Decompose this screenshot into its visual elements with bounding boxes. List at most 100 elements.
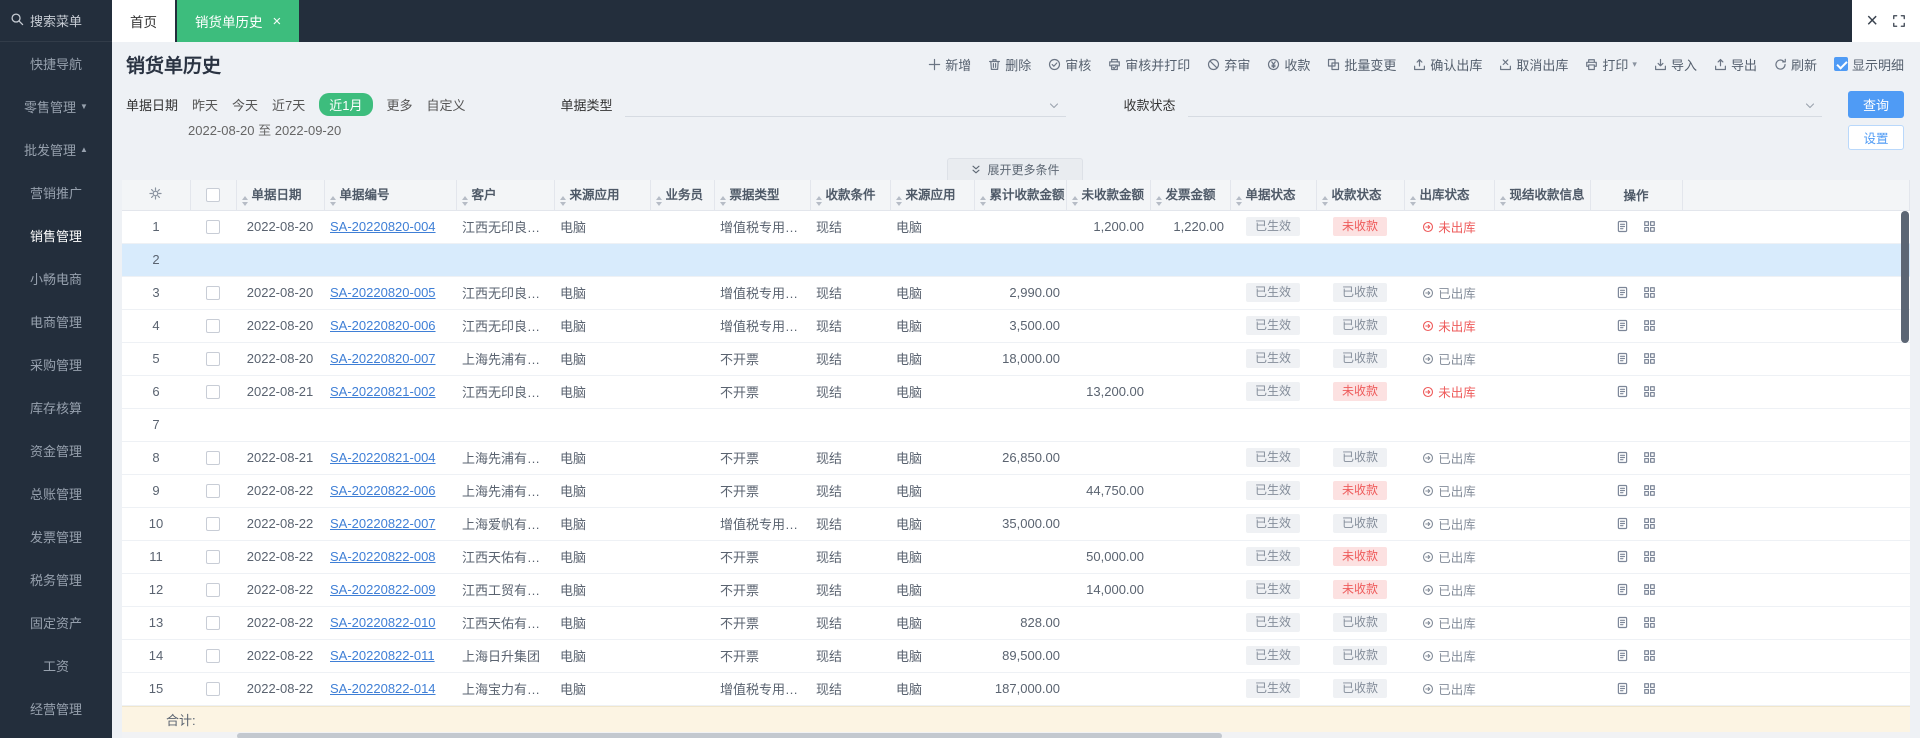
column-header-date[interactable]: 单据日期	[236, 180, 325, 211]
close-icon[interactable]: ×	[1866, 11, 1878, 31]
sort-icon[interactable]	[461, 195, 468, 206]
sort-icon[interactable]	[1155, 195, 1162, 206]
row-checkbox[interactable]	[206, 219, 220, 234]
date-range-value[interactable]: 2022-08-20 至 2022-09-20	[188, 120, 466, 139]
row-more-icon[interactable]	[1643, 451, 1656, 464]
payment-status-select[interactable]	[1187, 91, 1822, 117]
sort-icon[interactable]	[1499, 195, 1506, 206]
doc-number-link[interactable]: SA-20220822-009	[330, 582, 436, 597]
row-detail-icon[interactable]	[1616, 220, 1629, 233]
row-more-icon[interactable]	[1643, 583, 1656, 596]
row-checkbox[interactable]	[206, 648, 220, 663]
toolbar-delete-button[interactable]: 删除	[988, 55, 1031, 74]
sidebar-item[interactable]: 批发管理 ▲	[0, 128, 112, 171]
sidebar-item[interactable]: 工资	[0, 644, 112, 687]
doc-number-link[interactable]: SA-20220822-014	[330, 681, 436, 696]
toolbar-export-button[interactable]: 导出	[1714, 55, 1757, 74]
row-more-icon[interactable]	[1643, 550, 1656, 563]
settings-button[interactable]: 设置	[1848, 125, 1904, 150]
sidebar-search[interactable]: 搜索菜单	[0, 0, 112, 42]
sort-icon[interactable]	[559, 195, 566, 206]
toolbar-collect-payment-button[interactable]: 收款	[1267, 55, 1310, 74]
toolbar-discard-audit-button[interactable]: 弃审	[1207, 55, 1250, 74]
row-more-icon[interactable]	[1643, 385, 1656, 398]
toolbar-import-button[interactable]: 导入	[1654, 55, 1697, 74]
row-more-icon[interactable]	[1643, 319, 1656, 332]
sidebar-item[interactable]: 零售管理 ▼	[0, 85, 112, 128]
column-header-received_total[interactable]: 累计收款金额	[974, 180, 1067, 211]
toolbar-audit-print-button[interactable]: 审核并打印	[1108, 55, 1190, 74]
doc-number-link[interactable]: SA-20220821-004	[330, 450, 436, 465]
column-header-invoice_amount[interactable]: 发票金额	[1150, 180, 1231, 211]
sort-icon[interactable]	[655, 195, 662, 206]
toolbar-new-button[interactable]: 新增	[928, 55, 971, 74]
doc-number-link[interactable]: SA-20220822-008	[330, 549, 436, 564]
row-more-icon[interactable]	[1643, 682, 1656, 695]
select-all-checkbox[interactable]	[206, 187, 220, 202]
sidebar-item[interactable]: 经营管理	[0, 687, 112, 730]
toolbar-show-detail-button[interactable]: 显示明细	[1833, 55, 1904, 74]
sidebar-item[interactable]: 采购管理	[0, 343, 112, 386]
quick-date-option-active[interactable]: 近1月	[319, 92, 373, 116]
row-detail-icon[interactable]	[1616, 682, 1629, 695]
row-more-icon[interactable]	[1643, 517, 1656, 530]
doc-number-link[interactable]: SA-20220820-006	[330, 318, 436, 333]
doc-number-link[interactable]: SA-20220822-011	[330, 648, 435, 663]
vertical-scrollbar-thumb[interactable]	[1901, 211, 1909, 343]
row-detail-icon[interactable]	[1616, 550, 1629, 563]
table-row[interactable]: 12 2022-08-22 SA-20220822-009 江西工贸有限... 电脑 不开…	[122, 573, 1910, 607]
row-checkbox[interactable]	[206, 615, 220, 630]
expand-more-button[interactable]: 展开更多条件	[947, 158, 1083, 180]
row-checkbox[interactable]	[206, 318, 220, 333]
sort-icon[interactable]	[979, 195, 986, 206]
row-more-icon[interactable]	[1643, 649, 1656, 662]
sidebar-item[interactable]: 营销推广	[0, 171, 112, 214]
table-row[interactable]: 1 2022-08-20 SA-20220820-004 江西无印良品... 电脑 增值税…	[122, 210, 1910, 244]
column-header-customer[interactable]: 客户	[456, 180, 555, 211]
toolbar-cancel-outbound-button[interactable]: 取消出库	[1499, 55, 1568, 74]
sidebar-item[interactable]: 资金管理	[0, 429, 112, 472]
row-detail-icon[interactable]	[1616, 517, 1629, 530]
row-checkbox[interactable]	[206, 450, 220, 465]
sort-icon[interactable]	[1235, 195, 1242, 206]
doc-number-link[interactable]: SA-20220822-010	[330, 615, 436, 630]
row-detail-icon[interactable]	[1616, 319, 1629, 332]
table-row[interactable]: 13 2022-08-22 SA-20220822-010 江西天佑有限... 电脑 不开…	[122, 606, 1910, 640]
column-header-doc_status[interactable]: 单据状态	[1230, 180, 1317, 211]
row-checkbox[interactable]	[206, 351, 220, 366]
row-detail-icon[interactable]	[1616, 385, 1629, 398]
toolbar-audit-button[interactable]: 审核	[1048, 55, 1091, 74]
query-button[interactable]: 查询	[1848, 91, 1904, 118]
column-header-bill_type[interactable]: 票据类型	[714, 180, 811, 211]
sort-icon[interactable]	[329, 195, 336, 206]
row-checkbox[interactable]	[206, 285, 220, 300]
row-checkbox[interactable]	[206, 483, 220, 498]
sort-icon[interactable]	[719, 195, 726, 206]
sort-icon[interactable]	[241, 195, 248, 206]
table-row[interactable]: 9 2022-08-22 SA-20220822-006 上海先浦有限... 电脑 不开票…	[122, 474, 1910, 508]
table-row[interactable]: 4 2022-08-20 SA-20220820-006 江西无印良品... 电脑 增值税…	[122, 309, 1910, 343]
column-header-pay_condition[interactable]: 收款条件	[810, 180, 891, 211]
quick-date-option[interactable]: 自定义	[427, 95, 466, 114]
row-checkbox[interactable]	[206, 384, 220, 399]
row-checkbox[interactable]	[206, 681, 220, 696]
sidebar-item[interactable]: 库存核算	[0, 386, 112, 429]
table-row[interactable]: 5 2022-08-20 SA-20220820-007 上海先浦有限... 电脑 不开票…	[122, 342, 1910, 376]
sidebar-item[interactable]: 小畅电商	[0, 257, 112, 300]
row-detail-icon[interactable]	[1616, 484, 1629, 497]
doc-number-link[interactable]: SA-20220821-002	[330, 384, 436, 399]
column-header-source_app[interactable]: 来源应用	[554, 180, 651, 211]
toolbar-print-button[interactable]: 打印 ▾	[1585, 55, 1637, 74]
row-detail-icon[interactable]	[1616, 286, 1629, 299]
row-detail-icon[interactable]	[1616, 352, 1629, 365]
row-more-icon[interactable]	[1643, 484, 1656, 497]
column-header-ops[interactable]: 操作	[1590, 180, 1683, 211]
sort-icon[interactable]	[815, 195, 822, 206]
doc-number-link[interactable]: SA-20220820-004	[330, 219, 436, 234]
table-row[interactable]: 8 2022-08-21 SA-20220821-004 上海先浦有限... 电脑 不开票…	[122, 441, 1910, 475]
sort-icon[interactable]	[1321, 195, 1328, 206]
column-header-doc_no[interactable]: 单据编号	[324, 180, 457, 211]
toolbar-batch-change-button[interactable]: 批量变更	[1327, 55, 1396, 74]
table-row[interactable]: 14 2022-08-22 SA-20220822-011 上海日升集团 电脑 不开票 现结…	[122, 639, 1910, 673]
row-more-icon[interactable]	[1643, 616, 1656, 629]
